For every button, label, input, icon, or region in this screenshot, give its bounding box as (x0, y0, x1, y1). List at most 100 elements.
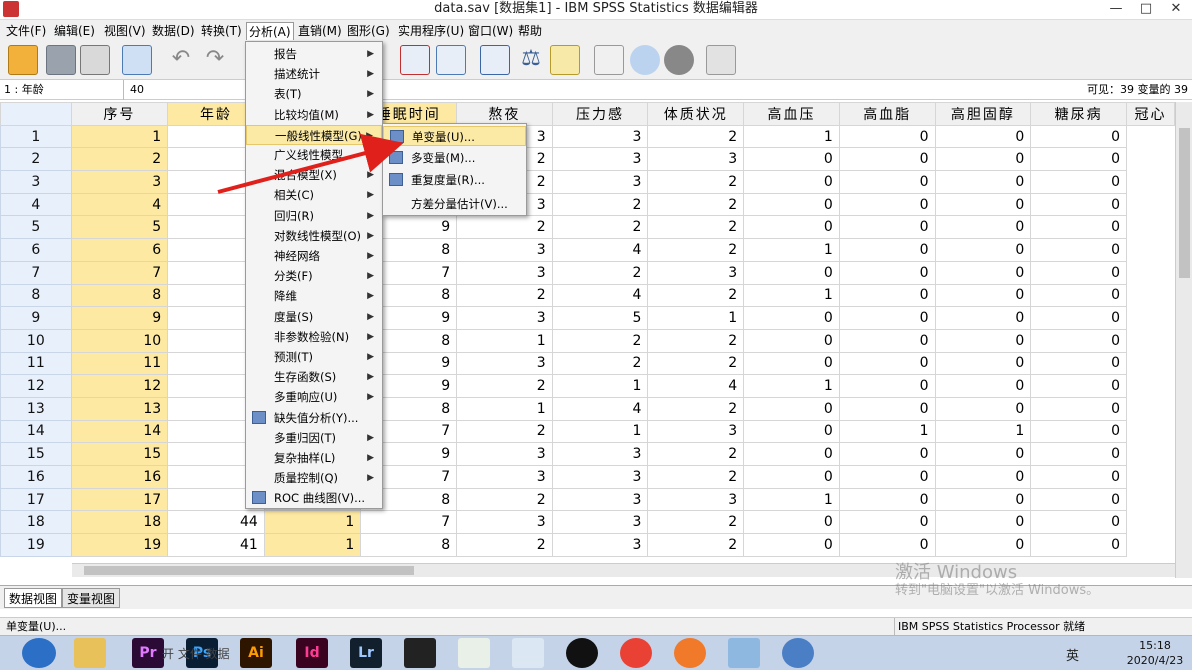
column-header[interactable]: 高血脂 (838, 102, 936, 126)
data-cell[interactable]: 2 (647, 328, 745, 353)
data-cell[interactable]: 1 (934, 419, 1032, 444)
data-cell[interactable]: 2 (647, 510, 745, 535)
chrome-icon[interactable] (620, 638, 652, 668)
column-header[interactable]: 高血压 (743, 102, 840, 126)
data-cell[interactable]: 7 (70, 260, 169, 285)
data-cell[interactable]: 2 (647, 442, 745, 466)
data-cell[interactable]: 1 (551, 419, 649, 444)
data-cell[interactable]: 0 (934, 533, 1032, 557)
data-cell[interactable]: 4 (647, 374, 745, 398)
analyze-menu-item[interactable]: 复杂抽样(L) ▶ (246, 448, 382, 468)
lightroom-icon[interactable]: Lr (350, 638, 382, 668)
data-cell[interactable]: 0 (838, 487, 936, 512)
glm-submenu-item[interactable]: 多变量(M)... (383, 148, 526, 168)
data-cell[interactable]: 0 (1030, 170, 1127, 194)
data-cell[interactable]: 2 (70, 147, 169, 172)
data-cell[interactable]: 1 (456, 396, 553, 421)
data-cell[interactable]: 3 (647, 487, 745, 512)
data-cell[interactable]: 2 (456, 374, 553, 398)
data-cell[interactable]: 0 (838, 465, 936, 489)
analyze-menu-item[interactable]: 相关(C) ▶ (246, 185, 382, 205)
insert-variable-icon[interactable] (436, 45, 466, 75)
data-cell[interactable]: 0 (838, 124, 936, 149)
data-cell[interactable]: 2 (456, 215, 553, 240)
data-cell[interactable]: 0 (743, 442, 840, 466)
data-cell[interactable]: 0 (838, 283, 936, 308)
row-number[interactable]: 9 (0, 306, 72, 330)
data-cell[interactable]: 3 (647, 147, 745, 172)
analyze-menu-item[interactable]: 回归(R) ▶ (246, 206, 382, 226)
menu-transform[interactable]: 转换(T) (199, 22, 244, 40)
system-clock[interactable]: 15:18 2020/4/23 (1120, 638, 1190, 668)
data-cell[interactable]: 1 (743, 124, 840, 149)
data-cell[interactable]: 1 (647, 306, 745, 330)
data-cell[interactable]: 0 (1030, 260, 1127, 285)
data-cell[interactable]: 0 (1030, 124, 1127, 149)
data-cell[interactable]: 0 (838, 351, 936, 376)
data-cell[interactable]: 1 (263, 533, 362, 557)
data-cell[interactable]: 18 (70, 510, 169, 535)
data-cell[interactable]: 0 (743, 465, 840, 489)
data-cell[interactable]: 2 (456, 419, 553, 444)
column-header[interactable]: 高胆固醇 (934, 102, 1032, 126)
cell-name-box[interactable]: 1 : 年龄 (0, 80, 124, 100)
analyze-menu-item[interactable]: 一般线性模型(G) ▶ (246, 124, 382, 145)
data-cell[interactable]: 2 (551, 192, 649, 217)
data-cell[interactable]: 3 (647, 260, 745, 285)
row-number[interactable]: 12 (0, 374, 72, 398)
data-cell[interactable]: 2 (647, 238, 745, 262)
data-cell[interactable]: 3 (70, 170, 169, 194)
analyze-menu-item[interactable]: 多重归因(T) ▶ (246, 428, 382, 448)
data-cell[interactable]: 0 (1030, 465, 1127, 489)
analyze-menu-item[interactable]: 比较均值(M) ▶ (246, 105, 382, 125)
data-cell[interactable]: 0 (743, 260, 840, 285)
menu-file[interactable]: 文件(F) (4, 22, 48, 40)
analyze-menu-item[interactable]: 降维 ▶ (246, 286, 382, 306)
value-labels-icon[interactable] (594, 45, 624, 75)
data-cell[interactable]: 2 (647, 170, 745, 194)
row-number[interactable]: 13 (0, 396, 72, 421)
data-cell[interactable]: 0 (934, 192, 1032, 217)
row-number[interactable]: 8 (0, 283, 72, 308)
data-cell[interactable]: 2 (456, 283, 553, 308)
data-cell[interactable]: 0 (1030, 374, 1127, 398)
menu-analyze[interactable]: 分析(A) (246, 22, 294, 40)
analyze-menu-item[interactable]: 质量控制(Q) ▶ (246, 468, 382, 488)
row-number[interactable]: 18 (0, 510, 72, 535)
data-cell[interactable]: 2 (551, 351, 649, 376)
illustrator-icon[interactable]: Ai (240, 638, 272, 668)
close-button[interactable]: ✕ (1158, 0, 1192, 20)
file-explorer-icon[interactable] (74, 638, 106, 668)
menu-graphs[interactable]: 图形(G) (345, 22, 392, 40)
analyze-menu-item[interactable]: 描述统计 ▶ (246, 64, 382, 84)
analyze-menu-item[interactable]: 缺失值分析(Y)... (246, 408, 382, 428)
data-cell[interactable]: 0 (743, 351, 840, 376)
data-cell[interactable]: 0 (838, 192, 936, 217)
data-cell[interactable]: 1 (743, 374, 840, 398)
row-number[interactable]: 11 (0, 351, 72, 376)
analyze-menu-item[interactable]: 预测(T) ▶ (246, 347, 382, 367)
column-header[interactable]: 糖尿病 (1030, 102, 1127, 126)
column-header[interactable]: 压力感 (551, 102, 649, 126)
data-cell[interactable]: 3 (551, 533, 649, 557)
data-cell[interactable]: 13 (70, 396, 169, 421)
data-cell[interactable]: 3 (551, 487, 649, 512)
data-cell[interactable]: 2 (647, 192, 745, 217)
qq-icon[interactable] (566, 638, 598, 668)
data-cell[interactable]: 12 (70, 374, 169, 398)
row-number[interactable]: 7 (0, 260, 72, 285)
data-cell[interactable]: 0 (838, 510, 936, 535)
data-cell[interactable]: 0 (743, 510, 840, 535)
premiere-icon[interactable]: Pr (132, 638, 164, 668)
data-cell[interactable]: 0 (838, 396, 936, 421)
data-cell[interactable]: 2 (551, 215, 649, 240)
column-header[interactable]: 熬夜 (456, 102, 553, 126)
row-number[interactable]: 16 (0, 465, 72, 489)
app-icon[interactable] (458, 638, 490, 668)
data-cell[interactable]: 3 (456, 510, 553, 535)
data-cell[interactable]: 1 (456, 328, 553, 353)
data-cell[interactable]: 0 (743, 147, 840, 172)
data-cell[interactable]: 0 (743, 192, 840, 217)
data-cell[interactable]: 0 (1030, 238, 1127, 262)
data-cell[interactable]: 0 (934, 260, 1032, 285)
